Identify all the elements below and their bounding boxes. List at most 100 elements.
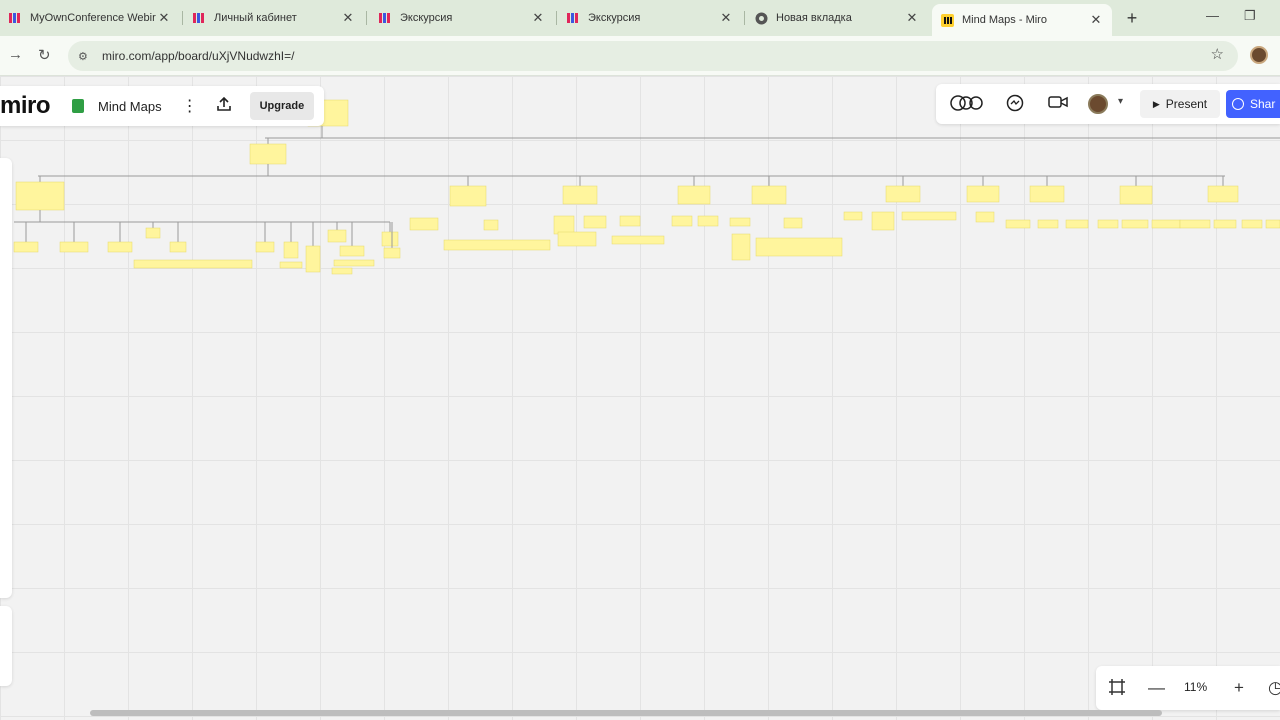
mind-map-node[interactable]	[383, 247, 401, 259]
board-canvas[interactable]: miro Mind Maps ⋮ Upgrade ▾ ▶ Present Sha…	[0, 76, 1280, 720]
mind-map-node[interactable]	[107, 241, 133, 253]
present-button[interactable]: ▶ Present	[1140, 90, 1220, 118]
mind-map-node[interactable]	[671, 215, 693, 227]
profile-avatar[interactable]	[1250, 46, 1268, 64]
new-tab-button[interactable]: +	[1122, 8, 1142, 28]
browser-tab[interactable]: Экскурсия ✕	[558, 4, 742, 32]
mind-map-node[interactable]	[1213, 219, 1237, 229]
address-bar[interactable]: ⚙ miro.com/app/board/uXjVNudwzhI=/	[68, 41, 1238, 71]
restore-window-icon[interactable]: ❐	[1244, 8, 1256, 24]
bookmark-star-icon[interactable]: ☆	[1211, 45, 1224, 63]
mind-map-node[interactable]	[751, 185, 787, 205]
tab-title: Экскурсия	[588, 12, 641, 24]
browser-tab[interactable]: Новая вкладка ✕	[746, 4, 928, 32]
mind-map-node[interactable]	[901, 211, 957, 221]
mind-map-node[interactable]	[783, 217, 803, 229]
mind-map-node[interactable]	[13, 241, 39, 253]
share-button[interactable]: Shar	[1226, 90, 1280, 118]
mind-map-node[interactable]	[697, 215, 719, 227]
zoom-level[interactable]: 11%	[1184, 680, 1207, 694]
upgrade-button[interactable]: Upgrade	[249, 92, 315, 120]
board-title[interactable]: Mind Maps	[98, 99, 162, 114]
video-call-icon[interactable]	[1048, 94, 1068, 115]
mind-map-node[interactable]	[145, 227, 161, 239]
mind-map-node[interactable]	[1265, 219, 1280, 229]
reactions-icon[interactable]	[950, 94, 986, 117]
mind-map-node[interactable]	[1119, 185, 1153, 205]
comments-icon[interactable]	[1006, 94, 1024, 117]
mind-map-node[interactable]	[1029, 185, 1065, 203]
minimize-window-icon[interactable]: —	[1206, 8, 1219, 23]
mind-map-node[interactable]	[1037, 219, 1059, 229]
help-icon[interactable]: ◷	[1268, 678, 1280, 698]
mind-map-node[interactable]	[381, 231, 399, 247]
browser-tab-strip: MyOwnConference Webir ✕ Личный кабинет ✕…	[0, 0, 1280, 36]
zoom-in-icon[interactable]: +	[1234, 678, 1244, 698]
undo-redo-toolbar[interactable]	[0, 606, 12, 686]
browser-tab[interactable]: Экскурсия ✕	[370, 4, 554, 32]
close-tab-icon[interactable]: ✕	[340, 10, 356, 26]
fit-to-screen-icon[interactable]	[1108, 678, 1126, 701]
reload-icon[interactable]: ↻	[38, 46, 51, 64]
mind-map-node[interactable]	[305, 245, 321, 273]
mind-map-node[interactable]	[443, 239, 551, 251]
mind-map-node[interactable]	[619, 215, 641, 227]
browser-tab-active[interactable]: Mind Maps - Miro ✕	[932, 4, 1112, 36]
mind-map-node[interactable]	[255, 241, 275, 253]
close-tab-icon[interactable]: ✕	[904, 10, 920, 26]
mind-map-node[interactable]	[611, 235, 665, 245]
mind-map-node[interactable]	[59, 241, 89, 253]
mind-map[interactable]	[0, 76, 1280, 720]
more-options-icon[interactable]: ⋮	[182, 96, 198, 116]
close-tab-icon[interactable]: ✕	[156, 10, 172, 26]
mind-map-node[interactable]	[1207, 185, 1239, 203]
zoom-out-icon[interactable]: —	[1148, 678, 1165, 698]
chevron-down-icon[interactable]: ▾	[1118, 96, 1123, 107]
mind-map-node[interactable]	[283, 241, 299, 259]
mind-map-node[interactable]	[133, 259, 253, 269]
mind-map-node[interactable]	[1179, 219, 1211, 229]
mind-map-node[interactable]	[553, 215, 575, 235]
mind-map-node[interactable]	[557, 231, 597, 247]
mind-map-node[interactable]	[1121, 219, 1149, 229]
creation-toolbar[interactable]	[0, 158, 12, 598]
mind-map-node[interactable]	[331, 267, 353, 275]
mind-map-node[interactable]	[249, 143, 287, 165]
mind-map-node[interactable]	[279, 261, 303, 269]
mind-map-node[interactable]	[755, 237, 843, 257]
mind-map-node[interactable]	[966, 185, 1000, 203]
mind-map-node[interactable]	[871, 211, 895, 231]
browser-tab[interactable]: Личный кабинет ✕	[184, 4, 364, 32]
mind-map-node[interactable]	[409, 217, 439, 231]
mind-map-node[interactable]	[729, 217, 751, 227]
mind-map-node[interactable]	[975, 211, 995, 223]
close-tab-icon[interactable]: ✕	[1088, 12, 1104, 28]
close-tab-icon[interactable]: ✕	[530, 10, 546, 26]
mind-map-node[interactable]	[731, 233, 751, 261]
mind-map-node[interactable]	[169, 241, 187, 253]
close-tab-icon[interactable]: ✕	[718, 10, 734, 26]
mind-map-node[interactable]	[1005, 219, 1031, 229]
mind-map-node[interactable]	[333, 259, 375, 267]
mind-map-node[interactable]	[562, 185, 598, 205]
mind-map-node[interactable]	[843, 211, 863, 221]
mind-map-node[interactable]	[1065, 219, 1089, 229]
mind-map-node[interactable]	[885, 185, 921, 203]
mind-map-node[interactable]	[583, 215, 607, 229]
mind-map-node[interactable]	[1241, 219, 1263, 229]
mind-map-node[interactable]	[1151, 219, 1181, 229]
site-info-icon[interactable]: ⚙	[78, 50, 92, 63]
user-avatar[interactable]	[1088, 94, 1108, 114]
export-icon[interactable]	[216, 96, 232, 117]
mind-map-node[interactable]	[677, 185, 711, 205]
mind-map-node[interactable]	[449, 185, 487, 207]
miro-logo[interactable]: miro	[0, 92, 51, 120]
horizontal-scrollbar[interactable]	[90, 710, 1162, 716]
mind-map-node[interactable]	[15, 181, 65, 211]
browser-tab[interactable]: MyOwnConference Webir ✕	[0, 4, 180, 32]
forward-icon[interactable]: →	[8, 46, 23, 63]
mind-map-node[interactable]	[327, 229, 347, 243]
mind-map-node[interactable]	[1097, 219, 1119, 229]
mind-map-node[interactable]	[339, 245, 365, 257]
mind-map-node[interactable]	[483, 219, 499, 231]
